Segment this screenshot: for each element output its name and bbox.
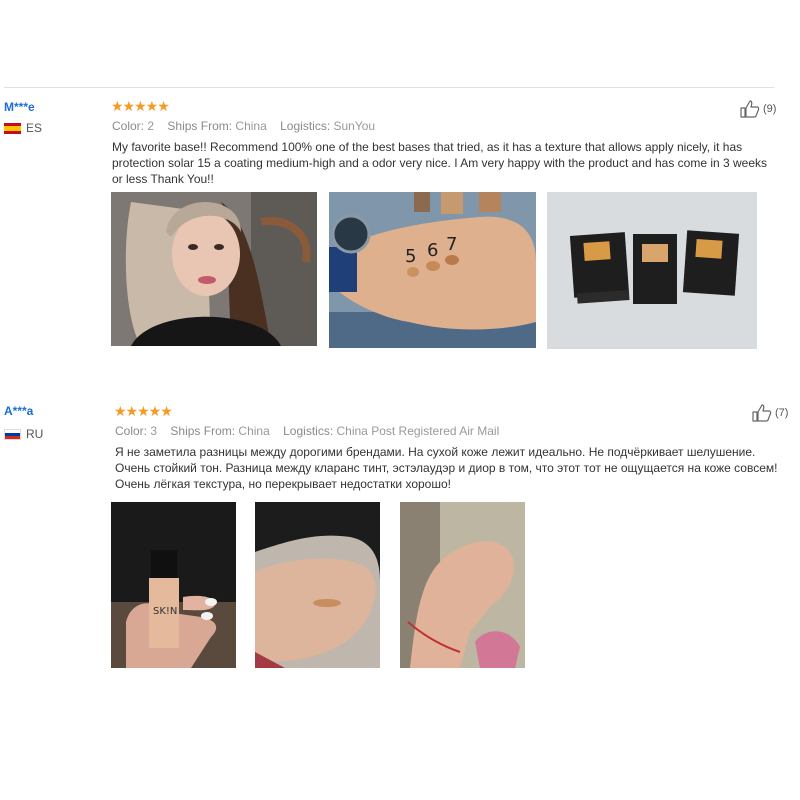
swatch-marks: 5 <box>405 246 416 267</box>
logistics-label: Logistics: <box>283 424 334 438</box>
color-label: Color: <box>112 119 145 133</box>
selfie-photo-image <box>111 192 317 346</box>
hand-swatch-photo-image <box>255 502 380 668</box>
star-rating: ★★★★★ <box>114 403 173 419</box>
review-meta: Color: 2 Ships From: China Logistics: Su… <box>112 119 375 133</box>
review-text: My favorite base!! Recommend 100% one of… <box>112 140 768 186</box>
reviewer-name[interactable]: M***e <box>4 100 35 114</box>
wrist-photo-image <box>400 502 525 668</box>
bottle-label: SK!N <box>153 606 177 617</box>
review-photo[interactable] <box>547 192 757 349</box>
ships-from-value: China <box>238 424 270 438</box>
ships-from-label: Ships From: <box>170 424 236 438</box>
reviewer-country: ES <box>4 121 42 135</box>
review-photo[interactable]: SK!N <box>111 502 236 668</box>
review-meta: Color: 3 Ships From: China Logistics: Ch… <box>115 424 499 438</box>
helpful-count: (7) <box>775 407 789 419</box>
color-value: 3 <box>150 424 158 438</box>
svg-text:7: 7 <box>446 234 457 255</box>
helpful-button[interactable]: (7) <box>752 404 788 422</box>
top-divider <box>4 87 774 88</box>
country-code: RU <box>26 427 44 441</box>
reviewer-country: RU <box>4 427 43 441</box>
helpful-count: (9) <box>763 103 777 115</box>
review-photo[interactable] <box>111 192 317 346</box>
star-rating: ★★★★★ <box>111 98 170 114</box>
hand-swatch-photo-image: 5 6 7 <box>329 192 536 348</box>
color-value: 2 <box>147 119 155 133</box>
helpful-button[interactable]: (9) <box>740 100 776 118</box>
thumbs-up-icon <box>752 404 772 422</box>
russia-flag-icon <box>4 428 21 440</box>
logistics-value: China Post Registered Air Mail <box>336 424 500 438</box>
bottles-photo-image <box>547 192 757 349</box>
thumbs-up-icon <box>740 100 760 118</box>
review-photo[interactable] <box>400 502 525 668</box>
color-label: Color: <box>115 424 148 438</box>
review-photo[interactable] <box>255 502 380 668</box>
spain-flag-icon <box>4 122 21 134</box>
bottle-in-hand-photo-image: SK!N <box>111 502 236 668</box>
ships-from-label: Ships From: <box>167 119 233 133</box>
review-text: Я не заметила разницы между дорогими бре… <box>115 445 778 491</box>
logistics-label: Logistics: <box>280 119 331 133</box>
country-code: ES <box>26 121 43 135</box>
logistics-value: SunYou <box>333 119 376 133</box>
reviewer-name[interactable]: A***a <box>4 404 33 418</box>
review-photo[interactable]: 5 6 7 <box>329 192 536 348</box>
ships-from-value: China <box>235 119 267 133</box>
svg-text:6: 6 <box>427 240 438 261</box>
